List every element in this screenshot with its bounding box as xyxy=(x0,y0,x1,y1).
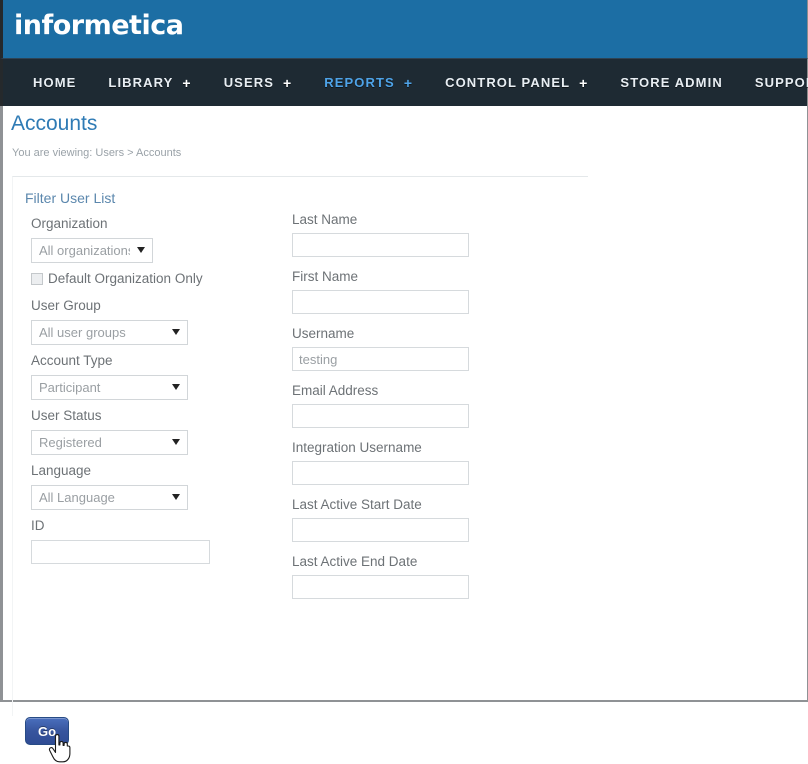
nav-item-home[interactable]: HOME xyxy=(17,59,92,106)
nav-item-reports[interactable]: REPORTS + xyxy=(308,59,429,106)
last-active-end-date-input[interactable] xyxy=(292,575,469,599)
last-name-input[interactable] xyxy=(292,233,469,257)
nav-item-library[interactable]: LIBRARY + xyxy=(92,59,207,106)
field-label: Language xyxy=(31,463,92,478)
field-last-active-start-date: Last Active Start Date xyxy=(292,497,532,542)
organization-select-wrap: All organizations xyxy=(31,238,153,263)
email-address-input[interactable] xyxy=(292,404,469,428)
field-label: Last Name xyxy=(292,212,358,227)
nav-item-users[interactable]: USERS + xyxy=(208,59,309,106)
plus-icon: + xyxy=(579,74,589,91)
nav-label: REPORTS xyxy=(324,75,395,90)
brand-header: informetica xyxy=(0,0,808,58)
filter-right-column: Last Name First Name Username Email Addr… xyxy=(292,212,532,611)
field-email-address: Email Address xyxy=(292,383,532,428)
field-integration-username: Integration Username xyxy=(292,440,532,485)
field-username: Username xyxy=(292,326,532,371)
field-account-type: Account Type Participant xyxy=(31,353,271,400)
last-active-start-date-input[interactable] xyxy=(292,518,469,542)
account-type-select-wrap: Participant xyxy=(31,375,188,400)
page-title: Accounts xyxy=(11,112,98,135)
nav-item-support[interactable]: SUPPORT + xyxy=(739,59,808,106)
first-name-input[interactable] xyxy=(292,290,469,314)
nav-label: USERS xyxy=(223,75,274,90)
field-label: First Name xyxy=(292,269,359,284)
user-status-select-wrap: Registered xyxy=(31,430,188,455)
integration-username-input[interactable] xyxy=(292,461,469,485)
default-organization-only-checkbox[interactable] xyxy=(31,272,43,285)
checkbox-label: Default Organization Only xyxy=(48,271,203,286)
plus-icon: + xyxy=(403,74,414,91)
field-label: Account Type xyxy=(31,353,113,368)
field-organization: Organization All organizations xyxy=(31,216,271,263)
user-group-select-wrap: All user groups xyxy=(31,320,188,345)
informetica-logo[interactable]: informetica xyxy=(14,9,184,43)
filter-columns: Organization All organizations Default O… xyxy=(13,212,588,716)
field-label: Last Active Start Date xyxy=(292,497,422,512)
field-label: Username xyxy=(292,326,355,341)
id-input[interactable] xyxy=(31,540,210,564)
field-label: Email Address xyxy=(292,383,379,398)
account-type-select[interactable]: Participant xyxy=(31,375,188,400)
nav-label: LIBRARY xyxy=(108,75,174,90)
field-label: Integration Username xyxy=(292,440,422,455)
main-navigation: HOME LIBRARY + USERS + REPORTS + CONTROL… xyxy=(0,58,808,106)
language-select-wrap: All Language xyxy=(31,485,188,510)
user-group-select[interactable]: All user groups xyxy=(31,320,188,345)
nav-label: SUPPORT xyxy=(754,75,808,90)
breadcrumb: You are viewing: Users > Accounts xyxy=(12,147,182,159)
plus-icon: + xyxy=(282,74,293,91)
panel-heading: Filter User List xyxy=(25,190,116,206)
user-status-select[interactable]: Registered xyxy=(31,430,188,455)
go-button[interactable]: Go xyxy=(25,717,69,745)
filter-left-column: Organization All organizations Default O… xyxy=(31,216,271,572)
field-user-group: User Group All user groups xyxy=(31,298,271,345)
field-first-name: First Name xyxy=(292,269,532,314)
app-window: informetica HOME LIBRARY + USERS + REPOR… xyxy=(0,0,808,763)
nav-item-control-panel[interactable]: CONTROL PANEL + xyxy=(429,59,604,106)
field-label: Organization xyxy=(31,216,108,231)
field-label: User Status xyxy=(31,408,102,423)
nav-label: HOME xyxy=(33,75,77,90)
nav-label: STORE ADMIN xyxy=(620,75,723,90)
default-organization-only-row[interactable]: Default Organization Only xyxy=(31,271,271,286)
page-content: Accounts You are viewing: Users > Accoun… xyxy=(0,106,808,763)
field-label: Last Active End Date xyxy=(292,554,418,569)
field-label: ID xyxy=(31,518,45,533)
field-user-status: User Status Registered xyxy=(31,408,271,455)
filter-user-list-panel: Filter User List Organization All organi… xyxy=(12,176,588,716)
language-select[interactable]: All Language xyxy=(31,485,188,510)
field-id: ID xyxy=(31,518,271,564)
field-language: Language All Language xyxy=(31,463,271,510)
nav-label: CONTROL PANEL xyxy=(445,75,571,90)
field-last-name: Last Name xyxy=(292,212,532,257)
username-input[interactable] xyxy=(292,347,469,371)
field-last-active-end-date: Last Active End Date xyxy=(292,554,532,599)
organization-select[interactable]: All organizations xyxy=(31,238,153,263)
field-label: User Group xyxy=(31,298,101,313)
plus-icon: + xyxy=(182,74,192,91)
nav-item-store-admin[interactable]: STORE ADMIN xyxy=(604,59,738,106)
